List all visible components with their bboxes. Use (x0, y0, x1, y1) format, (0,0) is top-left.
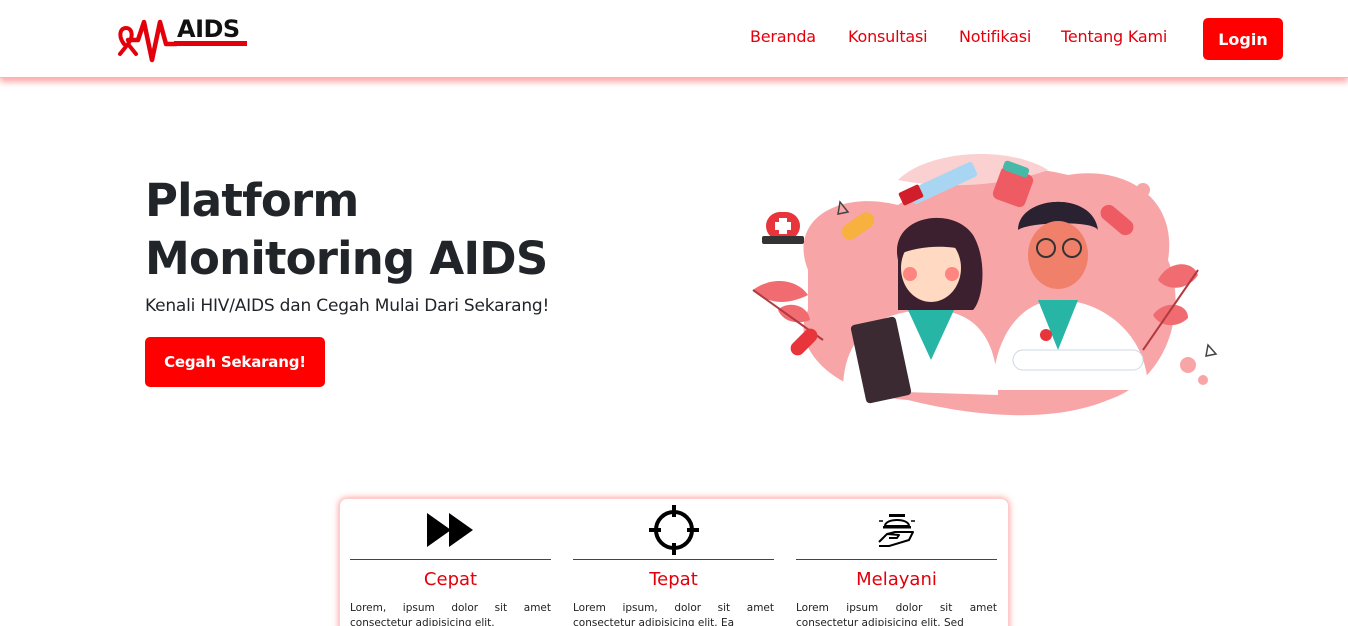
feature-title: Melayani (856, 569, 937, 590)
feature-divider (350, 559, 551, 560)
doctors-illustration (748, 150, 1218, 422)
serving-hand-icon (796, 505, 997, 555)
feature-divider (796, 559, 997, 560)
feature-desc: Lorem, ipsum dolor sit amet consectetur … (350, 602, 551, 626)
feature-title: Tepat (649, 569, 698, 590)
hero-title-line2: Monitoring AIDS (145, 232, 548, 285)
feature-divider (573, 559, 774, 560)
fast-forward-icon (350, 505, 551, 555)
feature-melayani: Melayani Lorem ipsum dolor sit amet cons… (796, 499, 997, 626)
nav-notifikasi[interactable]: Notifikasi (959, 27, 1031, 46)
login-button[interactable]: Login (1203, 18, 1283, 60)
feature-cepat: Cepat Lorem, ipsum dolor sit amet consec… (350, 499, 551, 626)
crosshair-icon (573, 505, 774, 555)
nav-tentang-kami[interactable]: Tentang Kami (1061, 27, 1167, 46)
cta-button[interactable]: Cegah Sekarang! (145, 337, 325, 387)
features-card: Cepat Lorem, ipsum dolor sit amet consec… (339, 498, 1009, 626)
nav-menu: Beranda Konsultasi Notifikasi Tentang Ka… (0, 27, 1348, 51)
nav-konsultasi[interactable]: Konsultasi (848, 27, 928, 46)
navbar: AIDS Beranda Konsultasi Notifikasi Tenta… (0, 0, 1348, 78)
feature-title: Cepat (423, 569, 478, 590)
feature-tepat: Tepat Lorem ipsum, dolor sit amet consec… (573, 499, 774, 626)
hero-subtitle: Kenali HIV/AIDS dan Cegah Mulai Dari Sek… (145, 296, 550, 316)
hero-title-line1: Platform (145, 174, 359, 227)
feature-desc: Lorem ipsum, dolor sit amet consectetur … (573, 602, 774, 626)
feature-desc: Lorem ipsum dolor sit amet consectetur a… (796, 602, 997, 626)
nav-beranda[interactable]: Beranda (750, 27, 816, 46)
hero-title: Platform Monitoring AIDS (145, 172, 665, 288)
